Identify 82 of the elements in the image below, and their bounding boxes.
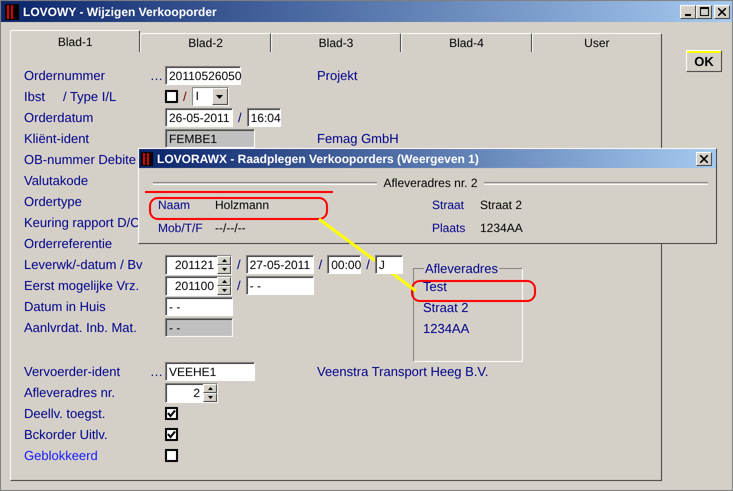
field-label: Mob/T/F (158, 220, 204, 234)
input-field[interactable]: 00:00 (327, 255, 362, 274)
close-icon (700, 154, 708, 162)
field-label: Keuring rapport D/C (24, 215, 140, 230)
input-field[interactable]: 27-05-2011 (246, 255, 314, 274)
close-button[interactable] (714, 4, 730, 18)
info-text: Projekt (317, 68, 358, 83)
input-field[interactable]: - - (246, 276, 314, 295)
spin-field[interactable]: 201100 (165, 276, 232, 296)
field-label: Deellv. toegst. (24, 406, 106, 421)
separator-slash: / (237, 278, 241, 293)
separator-slash: / (238, 110, 242, 125)
spin-field[interactable]: 2 (165, 382, 218, 402)
spin-field[interactable]: 201121 (165, 254, 232, 274)
tab[interactable]: User (532, 33, 662, 52)
field-label: Straat (432, 198, 466, 212)
spin-up-icon[interactable] (217, 276, 231, 286)
group-title: Afleveradres (424, 261, 499, 276)
field-label: Datum in Huis (24, 299, 106, 314)
input-field[interactable]: VEEHE1 (165, 362, 255, 381)
minimize-icon (685, 14, 691, 16)
field-label: Naam (158, 198, 192, 212)
address-line: Straat 2 (423, 300, 469, 316)
close-icon (718, 8, 726, 16)
field-value: Straat 2 (480, 198, 522, 212)
maximize-icon (700, 7, 708, 16)
field-label: Orderreferentie (24, 236, 112, 251)
tab[interactable]: Blad-1 (10, 30, 140, 52)
spin-up-icon[interactable] (217, 256, 231, 264)
address-line: Test (423, 279, 447, 295)
separator-slash: / (318, 257, 322, 272)
address-line: 1234AA (423, 321, 470, 337)
window-title: LOVORAWX - Raadplegen Verkooporders (Weergeven 1) (157, 152, 479, 166)
field-label: Vervoerder-ident (24, 364, 120, 379)
checkbox[interactable] (165, 428, 178, 441)
checkbox[interactable] (165, 407, 178, 420)
field-label: Ordernummer (24, 68, 105, 83)
lookup-button[interactable]: … (150, 68, 163, 83)
field-value: 1234AA (480, 220, 523, 234)
dropdown-arrow-icon (216, 94, 224, 98)
group-title: Afleveradres nr. 2 (383, 176, 478, 190)
input-field[interactable]: 26-05-2011 (165, 108, 233, 127)
field-label: / Type I/L (62, 89, 116, 104)
tab[interactable]: Blad-3 (270, 33, 402, 52)
field-label: Ordertype (24, 194, 82, 209)
window-title: LOVOWY - Wijzigen Verkooporder (23, 4, 217, 18)
input-field[interactable]: 20110526050 (165, 66, 241, 85)
field-label: Plaats (432, 220, 466, 234)
field-value: --/--/-- (215, 220, 246, 234)
ok-button[interactable]: OK (686, 50, 722, 72)
field-value: Holzmann (215, 198, 270, 212)
app-icon (5, 4, 19, 20)
info-text: Veenstra Transport Heeg B.V. (317, 364, 489, 379)
checkbox[interactable] (165, 449, 178, 462)
field-label: Ibst (24, 89, 45, 104)
field-label: Orderdatum (24, 110, 94, 125)
app-icon (141, 152, 153, 166)
type-dropdown[interactable]: I (192, 87, 229, 106)
maximize-button[interactable] (696, 4, 712, 18)
tab[interactable]: Blad-2 (140, 33, 271, 52)
lookup-button[interactable]: … (150, 364, 163, 379)
input-field[interactable]: - - (165, 297, 233, 316)
field-label: OB-nummer Debite (24, 152, 136, 167)
spin-up-icon[interactable] (203, 384, 217, 392)
close-button[interactable] (696, 152, 712, 166)
field-label: Eerst mogelijke Vrz. (24, 278, 140, 293)
input-field[interactable]: J (374, 255, 403, 274)
field-label: Leverwk/-datum / Bv (24, 257, 142, 272)
tab[interactable]: Blad-4 (401, 33, 532, 52)
field-label: Valutakode (24, 173, 88, 188)
info-text: Femag GmbH (317, 131, 399, 146)
field-label: Bckorder Uitlv. (24, 427, 108, 442)
separator-slash: / (237, 257, 241, 272)
separator-slash: / (183, 89, 187, 104)
field-label: Aanlvrdat. Inb. Mat. (24, 320, 137, 335)
field-label: Kliënt-ident (24, 131, 90, 146)
minimize-button[interactable] (680, 4, 696, 18)
field-label: Geblokkeerd (24, 448, 98, 463)
input-field[interactable]: 16:04 (246, 108, 281, 127)
separator-slash: / (366, 257, 370, 272)
checkbox[interactable] (165, 90, 178, 103)
field-label: Afleveradres nr. (24, 385, 116, 400)
